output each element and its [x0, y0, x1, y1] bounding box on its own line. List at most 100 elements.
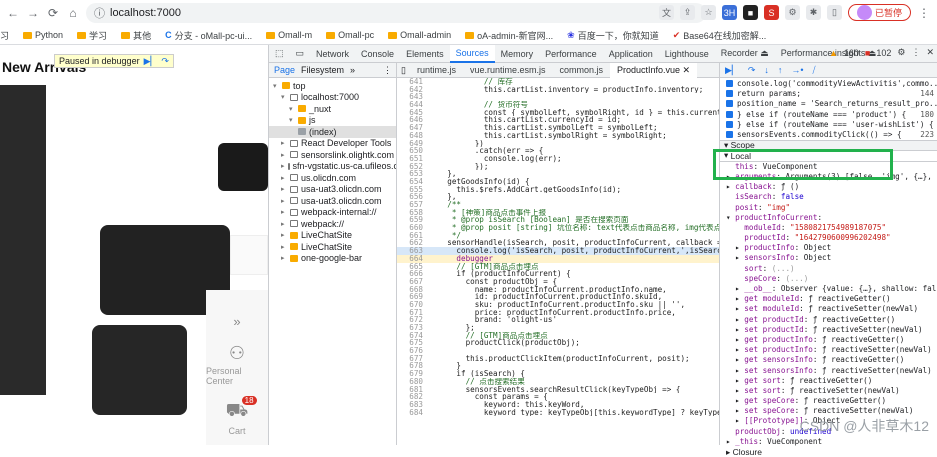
breakpoint-checkbox[interactable]: [726, 110, 733, 118]
tree-item[interactable]: ▸ LiveChatSite: [269, 241, 396, 253]
line-number[interactable]: 672: [397, 316, 429, 324]
line-number[interactable]: 677: [397, 355, 429, 363]
line-number[interactable]: 675: [397, 339, 429, 347]
close-icon[interactable]: ✕: [926, 47, 934, 58]
scope-variable[interactable]: ▸ set sort: ƒ reactiveSetter(newVal): [720, 386, 937, 396]
tree-item[interactable]: ▸ LiveChatSite: [269, 230, 396, 242]
scope-variable[interactable]: ▸ get speCore: ƒ reactiveGetter(): [720, 396, 937, 406]
line-number[interactable]: 660: [397, 224, 429, 232]
line-number[interactable]: 646: [397, 116, 429, 124]
tree-item[interactable]: ▾ top: [269, 80, 396, 92]
tree-item[interactable]: ▾ localhost:7000: [269, 92, 396, 104]
tree-item[interactable]: ▸ webpack-internal://: [269, 207, 396, 219]
editor-tab[interactable]: vue.runtime.esm.js: [463, 63, 553, 78]
line-number[interactable]: 642: [397, 86, 429, 94]
line-number[interactable]: 666: [397, 270, 429, 278]
tree-caret-icon[interactable]: ▸: [281, 254, 287, 262]
resume-icon[interactable]: ▶▏: [144, 56, 158, 67]
tree-caret-icon[interactable]: ▸: [726, 396, 744, 405]
editor-tab[interactable]: runtime.js: [410, 63, 463, 78]
tree-caret-icon[interactable]: ▸: [726, 294, 744, 303]
line-number[interactable]: 645: [397, 109, 429, 117]
tree-caret-icon[interactable]: ▸: [726, 355, 744, 364]
tree-caret-icon[interactable]: [726, 274, 744, 283]
tree-caret-icon[interactable]: ▾: [726, 213, 735, 222]
toggle-navigator-icon[interactable]: ▯: [397, 65, 410, 76]
cart-link[interactable]: ⛟ 18 Cart: [226, 396, 257, 436]
tree-caret-icon[interactable]: ▸: [281, 208, 287, 216]
scope-variable[interactable]: ▸ get sort: ƒ reactiveGetter(): [720, 376, 937, 386]
closure-row[interactable]: ▸ Closure: [720, 447, 937, 457]
tree-item[interactable]: (index): [269, 126, 396, 138]
scope-variable[interactable]: ▸ get productInfo: ƒ reactiveGetter(): [720, 335, 937, 345]
breakpoint-row[interactable]: } else if (routeName === 'product') {180: [720, 109, 937, 119]
code-line[interactable]: 665 // [GTM]商品点击埋点: [397, 263, 719, 271]
tree-item[interactable]: ▸ sensorslink.olightk.com: [269, 149, 396, 161]
breakpoint-row[interactable]: sensorsEvents.commodityClick(() => {223: [720, 129, 937, 139]
code-line[interactable]: 659 * @prop isSearch [Boolean] 是否在搜索页面: [397, 216, 719, 224]
breakpoint-checkbox[interactable]: [726, 89, 733, 97]
tree-caret-icon[interactable]: [726, 427, 735, 436]
scope-variable[interactable]: posit: "img": [720, 203, 937, 213]
personal-center-link[interactable]: ⚇ Personal Center: [206, 343, 268, 386]
scope-variable[interactable]: productId: "1642790600996202498": [720, 233, 937, 243]
tab-page[interactable]: Page: [274, 65, 295, 75]
editor-tab[interactable]: common.js: [553, 63, 611, 78]
line-number[interactable]: 681: [397, 386, 429, 394]
line-number[interactable]: 643: [397, 93, 429, 101]
tree-caret-icon[interactable]: ▸: [281, 243, 287, 251]
code-line[interactable]: 651 console.log(err);: [397, 155, 719, 163]
tree-item[interactable]: ▾ js: [269, 115, 396, 127]
line-number[interactable]: 680: [397, 378, 429, 386]
scope-variable[interactable]: ▸ __ob__: Observer {value: {…}, shallow:…: [720, 284, 937, 294]
code-line[interactable]: 654 getGoodsInfo(id) {: [397, 178, 719, 186]
line-number[interactable]: 669: [397, 293, 429, 301]
scope-variable[interactable]: isSearch: false: [720, 192, 937, 202]
code-line[interactable]: 660 * @prop posit [string] 坑位名称: text代表点…: [397, 224, 719, 232]
tree-caret-icon[interactable]: [726, 233, 744, 242]
extension-s-icon[interactable]: S: [763, 5, 779, 20]
scope-variable[interactable]: sort: (...): [720, 264, 937, 274]
tree-item[interactable]: ▸ usa-uat3.olicdn.com: [269, 184, 396, 196]
tree-caret-icon[interactable]: ▸: [726, 406, 744, 415]
tree-caret-icon[interactable]: ▸: [281, 162, 285, 170]
code-line[interactable]: 656 },: [397, 193, 719, 201]
tree-caret-icon[interactable]: [726, 223, 744, 232]
code-line[interactable]: 667 const productObj = {: [397, 278, 719, 286]
tab-sources[interactable]: Sources: [449, 44, 495, 63]
tab-network[interactable]: Network: [310, 45, 355, 63]
line-number[interactable]: 670: [397, 301, 429, 309]
scope-variable[interactable]: ▸ set sensorsInfo: ƒ reactiveSetter(newV…: [720, 366, 937, 376]
warning-count[interactable]: 160: [844, 48, 859, 58]
settings-gear-icon[interactable]: ⚙: [897, 47, 905, 58]
tree-caret-icon[interactable]: ▾: [281, 93, 287, 101]
editor-tab-active[interactable]: ProductInfo.vue ✕: [610, 62, 698, 78]
tree-caret-icon[interactable]: ▸: [281, 174, 287, 182]
line-number[interactable]: 683: [397, 401, 429, 409]
line-number[interactable]: 682: [397, 393, 429, 401]
code-line[interactable]: 647 this.cartList.symbolLeft = symbolLef…: [397, 124, 719, 132]
line-number[interactable]: 678: [397, 362, 429, 370]
tree-item[interactable]: ▸ webpack://: [269, 218, 396, 230]
inspect-icon[interactable]: ⬚: [269, 45, 290, 63]
line-number[interactable]: 673: [397, 324, 429, 332]
code-line[interactable]: 646 this.cartList.currencyId = id;: [397, 116, 719, 124]
paused-profile-button[interactable]: 已暂停: [847, 4, 911, 21]
tab-application[interactable]: Application: [603, 45, 659, 63]
line-number[interactable]: 671: [397, 309, 429, 317]
code-line[interactable]: 669 id: productInfoCurrent.productInfo.s…: [397, 293, 719, 301]
scope-variable[interactable]: ▸ sensorsInfo: Object: [720, 253, 937, 263]
deactivate-breakpoints-icon[interactable]: ⧸: [813, 65, 816, 76]
kebab-menu-icon[interactable]: ⋮: [917, 6, 931, 20]
scope-variable[interactable]: ▸ get moduleId: ƒ reactiveGetter(): [720, 294, 937, 304]
line-number[interactable]: 649: [397, 140, 429, 148]
tree-caret-icon[interactable]: ▸: [726, 315, 744, 324]
scope-variable[interactable]: ▸ set speCore: ƒ reactiveSetter(newVal): [720, 406, 937, 416]
tree-caret-icon[interactable]: ▸: [281, 231, 287, 239]
product-photo[interactable]: [92, 325, 187, 415]
line-number[interactable]: 679: [397, 370, 429, 378]
code-line[interactable]: 674 // [GTM]商品点击埋点: [397, 332, 719, 340]
error-count[interactable]: 102: [876, 48, 891, 58]
code-line[interactable]: 675 productClick(productObj);: [397, 339, 719, 347]
tree-caret-icon[interactable]: ▸: [726, 182, 735, 191]
